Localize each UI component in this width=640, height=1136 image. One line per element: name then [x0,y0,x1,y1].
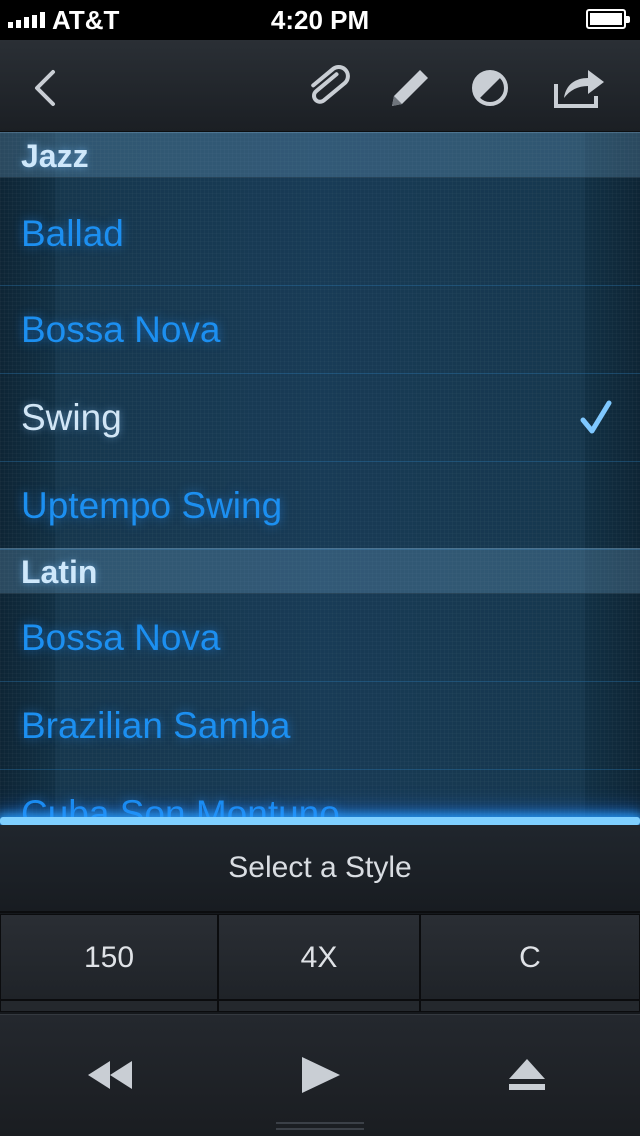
list-item-bossa-nova[interactable]: Bossa Nova [0,286,640,374]
list-item-label: Bossa Nova [21,309,221,350]
list-item-label: Uptempo Swing [21,485,283,526]
key-button[interactable]: C [420,914,640,1000]
list-item-uptempo-swing[interactable]: Uptempo Swing [0,462,640,550]
list-item-label: Bossa Nova [21,617,221,658]
circle-slash-icon [472,70,508,106]
rewind-button[interactable] [75,1045,145,1105]
toolbar [0,40,640,132]
rewind-icon [88,1061,132,1089]
paperclip-icon [311,65,350,104]
repeats-button[interactable]: 4X [218,914,420,1000]
list-item-brazilian-samba[interactable]: Brazilian Samba [0,682,640,770]
list-item-label: Brazilian Samba [21,705,291,746]
eject-icon [509,1059,545,1090]
list-item-swing[interactable]: Swing [0,374,640,462]
drawer-handle[interactable] [276,1122,364,1130]
section-header-latin: Latin [0,548,640,594]
back-button[interactable] [14,58,74,118]
transport-bar [0,1014,640,1136]
list-item-ballad[interactable]: Ballad [0,178,640,286]
back-chevron-icon [35,70,55,106]
share-icon [554,70,604,108]
eject-button[interactable] [492,1045,562,1105]
list-item-latin-bossa-nova[interactable]: Bossa Nova [0,594,640,682]
glow-divider [0,817,640,825]
tempo-button[interactable]: 150 [0,914,218,1000]
share-button[interactable] [548,58,608,118]
display-mode-button[interactable] [460,58,520,118]
pencil-icon [392,70,428,106]
list-item-cuba-son-montuno[interactable]: Cuba Son Montuno [0,770,640,818]
play-icon [302,1057,340,1093]
select-style-title: Select a Style [0,825,640,913]
edit-button[interactable] [380,58,440,118]
section-header-jazz: Jazz [0,132,640,178]
parameter-row: 150 4X C [0,914,640,1000]
status-bar: AT&T 4:20 PM [0,0,640,40]
list-item-label: Cuba Son Montuno [21,793,340,818]
button-row-stub [0,1000,640,1012]
play-button[interactable] [285,1045,355,1105]
status-time: 4:20 PM [270,5,370,35]
battery-icon [586,9,630,29]
attach-button[interactable] [298,58,358,118]
style-list[interactable]: Jazz Ballad Bossa Nova Swing Uptempo Swi… [0,132,640,818]
checkmark-icon [580,400,612,434]
list-item-label: Swing [21,397,122,438]
list-item-label: Ballad [21,213,124,254]
